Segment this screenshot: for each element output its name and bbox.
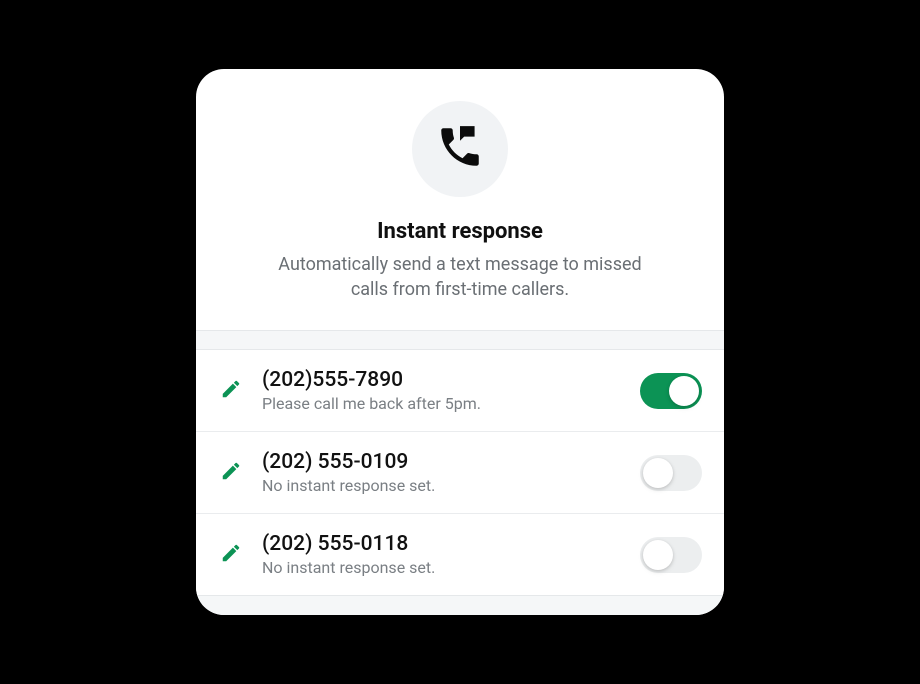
phone-info: (202) 555-0118 No instant response set. bbox=[262, 532, 640, 577]
phone-number: (202)555-7890 bbox=[262, 368, 640, 392]
phone-info: (202) 555-0109 No instant response set. bbox=[262, 450, 640, 495]
callback-icon-circle bbox=[412, 101, 508, 197]
edit-button[interactable] bbox=[218, 542, 244, 568]
phone-row: (202) 555-0109 No instant response set. bbox=[196, 432, 724, 514]
toggle-knob bbox=[669, 376, 699, 406]
response-message: No instant response set. bbox=[262, 476, 640, 495]
phone-number: (202) 555-0118 bbox=[262, 532, 640, 556]
enable-toggle[interactable] bbox=[640, 455, 702, 491]
pencil-icon bbox=[220, 378, 242, 404]
edit-button[interactable] bbox=[218, 378, 244, 404]
enable-toggle[interactable] bbox=[640, 537, 702, 573]
phone-row: (202)555-7890 Please call me back after … bbox=[196, 350, 724, 432]
phone-info: (202)555-7890 Please call me back after … bbox=[262, 368, 640, 413]
toggle-knob bbox=[643, 540, 673, 570]
phone-row: (202) 555-0118 No instant response set. bbox=[196, 514, 724, 595]
instant-response-card: Instant response Automatically send a te… bbox=[196, 69, 724, 615]
enable-toggle[interactable] bbox=[640, 373, 702, 409]
pencil-icon bbox=[220, 542, 242, 568]
edit-button[interactable] bbox=[218, 460, 244, 486]
response-message: No instant response set. bbox=[262, 558, 640, 577]
page-subtitle: Automatically send a text message to mis… bbox=[260, 252, 660, 302]
response-message: Please call me back after 5pm. bbox=[262, 394, 640, 413]
callback-phone-icon bbox=[435, 122, 485, 176]
toggle-knob bbox=[643, 458, 673, 488]
bottom-strip bbox=[196, 595, 724, 615]
phone-number: (202) 555-0109 bbox=[262, 450, 640, 474]
hero: Instant response Automatically send a te… bbox=[196, 69, 724, 330]
section-divider bbox=[196, 330, 724, 350]
page-title: Instant response bbox=[377, 219, 543, 244]
phone-list: (202)555-7890 Please call me back after … bbox=[196, 350, 724, 595]
pencil-icon bbox=[220, 460, 242, 486]
